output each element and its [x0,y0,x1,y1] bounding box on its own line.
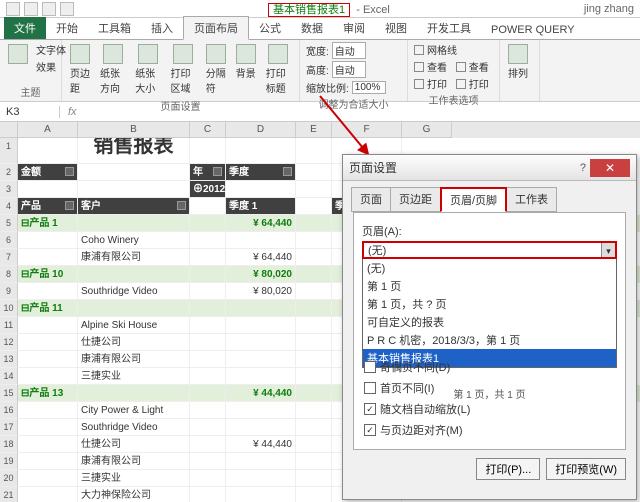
help-icon[interactable]: ? [580,162,586,174]
oddeven-check[interactable] [364,361,376,373]
tab-8[interactable]: 视图 [375,17,417,39]
tab-10[interactable]: POWER QUERY [481,21,585,39]
dialog-body: 页眉(A): (无) ▾ (无)第 1 页第 1 页，共 ? 页可自定义的报表P… [353,212,626,450]
alignmargin-check[interactable]: ✓ [364,424,376,436]
tab-9[interactable]: 开发工具 [417,17,481,39]
qat-undo-icon[interactable] [42,2,56,16]
header-combo[interactable]: (无) ▾ [362,241,617,259]
dropdown-option[interactable]: P R C 机密，2018/3/3，第 1 页 [363,331,616,349]
column-headers: ABCDEFG [0,122,640,138]
name-box[interactable]: K3 [0,106,60,118]
ribbon-group-fit: 宽度:自动 高度:自动 缩放比例:100% 调整为合适大小 [300,40,408,101]
header-label: 页眉(A): [362,223,617,239]
tab-3[interactable]: 插入 [141,17,183,39]
dialog-tabs: 页面页边距页眉/页脚工作表 [343,181,636,212]
print-button[interactable]: 打印(P)... [476,458,540,480]
page-setup-dialog: 页面设置 ? ✕ 页面页边距页眉/页脚工作表 页眉(A): (无) ▾ (无)第… [342,154,637,500]
window-title: 基本销售报表1 - Excel [80,1,578,17]
qat-icon[interactable] [6,2,20,16]
gridlines-check[interactable] [414,45,424,55]
user-name: jing zhang [578,3,640,15]
close-icon[interactable]: ✕ [590,159,630,177]
tab-1[interactable]: 开始 [46,17,88,39]
tab-2[interactable]: 工具箱 [88,17,141,39]
dialog-titlebar[interactable]: 页面设置 ? ✕ [343,155,636,181]
ribbon-group-sheetopts: 网格线 查看 查看 打印 打印 工作表选项 [408,40,500,101]
dialog-tab[interactable]: 工作表 [506,187,557,212]
tab-0[interactable]: 文件 [4,17,46,39]
print-check[interactable] [414,79,424,89]
dropdown-option[interactable]: (无) [363,259,616,277]
fit-width-select[interactable]: 自动 [332,42,366,59]
dropdown-option[interactable]: 可自定义的报表 [363,313,616,331]
tab-4[interactable]: 页面布局 [183,16,249,40]
tab-7[interactable]: 审阅 [333,17,375,39]
view-check[interactable] [414,62,424,72]
pagesetup-btn[interactable]: 分隔符 [204,42,228,97]
filename: 基本销售报表1 [268,3,350,17]
dropdown-option[interactable]: 第 1 页 [363,277,616,295]
pagesetup-btn[interactable]: 打印区域 [169,42,198,97]
fit-scale-select[interactable]: 100% [352,81,386,94]
pagesetup-btn[interactable]: 背景 [234,42,258,82]
quick-access-toolbar [0,2,80,16]
ribbon-group-pagesetup: 页边距纸张方向纸张大小打印区域分隔符背景打印标题 页面设置 [62,40,300,101]
firstdiff-check[interactable] [364,382,376,394]
tab-5[interactable]: 公式 [249,17,291,39]
dialog-tab[interactable]: 页面 [351,187,391,212]
arrange-button[interactable]: 排列 [506,42,530,82]
chevron-down-icon[interactable]: ▾ [601,243,615,257]
qat-save-icon[interactable] [24,2,38,16]
ribbon-group-arrange: 排列 [500,40,540,101]
ribbon-tabs: 文件开始工具箱插入页面布局公式数据审阅视图开发工具POWER QUERY [0,18,640,40]
title-bar: 基本销售报表1 - Excel jing zhang [0,0,640,18]
dialog-tab[interactable]: 页边距 [390,187,441,212]
qat-redo-icon[interactable] [60,2,74,16]
header-dropdown-list[interactable]: (无)第 1 页第 1 页，共 ? 页可自定义的报表P R C 机密，2018/… [362,259,617,368]
pagesetup-btn[interactable]: 页边距 [68,42,92,97]
ribbon: 文字体 效果 主题 页边距纸张方向纸张大小打印区域分隔符背景打印标题 页面设置 … [0,40,640,102]
pagesetup-btn[interactable]: 纸张方向 [98,42,127,97]
autoscale-check[interactable]: ✓ [364,403,376,415]
ribbon-group-theme: 文字体 效果 主题 [0,40,62,101]
row-headers: 12345678910111213141516171819202122 [0,138,18,502]
dropdown-option[interactable]: 第 1 页，共 ? 页 [363,295,616,313]
dialog-tab[interactable]: 页眉/页脚 [440,187,507,212]
themes-button[interactable] [6,42,30,66]
tab-6[interactable]: 数据 [291,17,333,39]
print-preview-button[interactable]: 打印预览(W) [546,458,626,480]
pagesetup-btn[interactable]: 打印标题 [264,42,293,97]
pagesetup-btn[interactable]: 纸张大小 [133,42,162,97]
fit-height-select[interactable]: 自动 [332,61,366,78]
